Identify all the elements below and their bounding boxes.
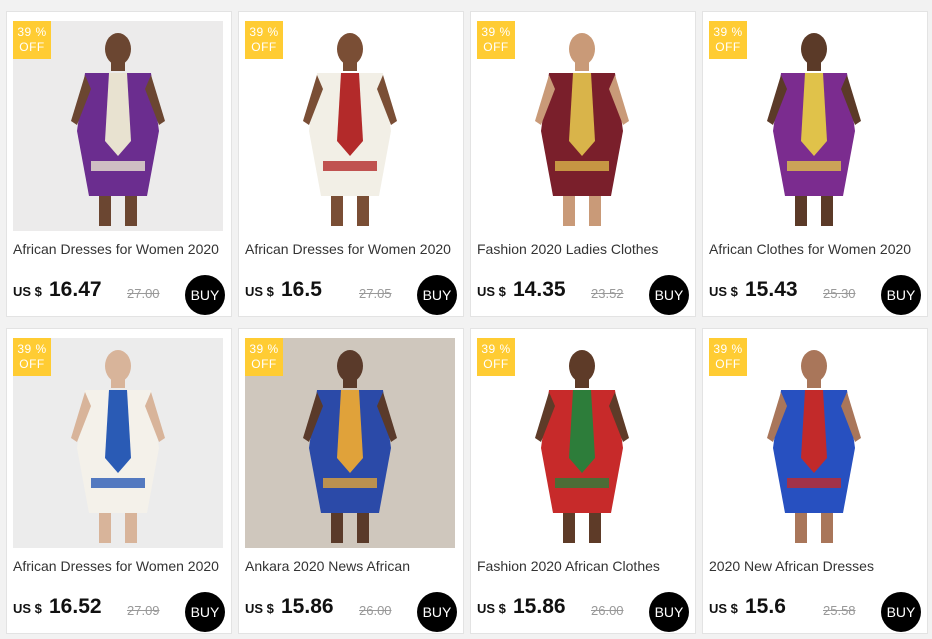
- discount-badge: 39 % OFF: [709, 338, 747, 376]
- price-row: US $ 15.6 25.58 BUY: [709, 592, 923, 632]
- product-title[interactable]: Ankara 2020 News African: [245, 558, 459, 574]
- buy-button[interactable]: BUY: [417, 275, 457, 315]
- price-row: US $ 16.5 27.05 BUY: [245, 275, 459, 315]
- product-title[interactable]: African Dresses for Women 2020: [245, 241, 459, 257]
- discount-percent: 39 %: [481, 25, 511, 39]
- product-image[interactable]: 39 % OFF: [13, 21, 223, 231]
- discount-off-label: OFF: [715, 357, 741, 371]
- price-row: US $ 14.35 23.52 BUY: [477, 275, 691, 315]
- buy-button[interactable]: BUY: [881, 275, 921, 315]
- product-card[interactable]: 39 % OFF African Dresses for Women 2020 …: [6, 11, 232, 317]
- product-title[interactable]: African Dresses for Women 2020: [13, 241, 227, 257]
- discount-badge: 39 % OFF: [245, 21, 283, 59]
- product-title[interactable]: 2020 New African Dresses: [709, 558, 923, 574]
- discount-percent: 39 %: [481, 342, 511, 356]
- currency-label: US $: [477, 601, 506, 616]
- discount-percent: 39 %: [713, 25, 743, 39]
- sale-price: 16.5: [281, 278, 322, 301]
- sale-price: 14.35: [513, 278, 566, 301]
- currency-label: US $: [245, 601, 274, 616]
- price-row: US $ 16.47 27.00 BUY: [13, 275, 227, 315]
- product-image[interactable]: 39 % OFF: [709, 21, 919, 231]
- sale-price: 16.52: [49, 595, 102, 618]
- product-title[interactable]: African Clothes for Women 2020: [709, 241, 923, 257]
- original-price: 27.05: [359, 286, 392, 301]
- original-price: 25.58: [823, 603, 856, 618]
- discount-percent: 39 %: [17, 342, 47, 356]
- discount-badge: 39 % OFF: [709, 21, 747, 59]
- discount-percent: 39 %: [713, 342, 743, 356]
- discount-percent: 39 %: [17, 25, 47, 39]
- price-row: US $ 15.86 26.00 BUY: [245, 592, 459, 632]
- original-price: 26.00: [591, 603, 624, 618]
- product-card[interactable]: 39 % OFF Fashion 2020 African Clothes US…: [470, 328, 696, 634]
- product-card[interactable]: 39 % OFF African Dresses for Women 2020 …: [238, 11, 464, 317]
- product-card[interactable]: 39 % OFF Ankara 2020 News African US $ 1…: [238, 328, 464, 634]
- product-title[interactable]: Fashion 2020 Ladies Clothes: [477, 241, 691, 257]
- original-price: 27.00: [127, 286, 160, 301]
- product-image[interactable]: 39 % OFF: [245, 21, 455, 231]
- product-card[interactable]: 39 % OFF 2020 New African Dresses US $ 1…: [702, 328, 928, 634]
- product-card[interactable]: 39 % OFF African Dresses for Women 2020 …: [6, 328, 232, 634]
- discount-off-label: OFF: [483, 40, 509, 54]
- currency-label: US $: [245, 284, 274, 299]
- currency-label: US $: [709, 601, 738, 616]
- currency-label: US $: [477, 284, 506, 299]
- product-image[interactable]: 39 % OFF: [477, 338, 687, 548]
- original-price: 26.00: [359, 603, 392, 618]
- buy-button[interactable]: BUY: [417, 592, 457, 632]
- buy-button[interactable]: BUY: [881, 592, 921, 632]
- product-image[interactable]: 39 % OFF: [477, 21, 687, 231]
- discount-off-label: OFF: [483, 357, 509, 371]
- discount-badge: 39 % OFF: [477, 21, 515, 59]
- discount-badge: 39 % OFF: [13, 21, 51, 59]
- price-row: US $ 15.86 26.00 BUY: [477, 592, 691, 632]
- product-grid: 39 % OFF African Dresses for Women 2020 …: [0, 0, 932, 639]
- product-title[interactable]: African Dresses for Women 2020: [13, 558, 227, 574]
- sale-price: 16.47: [49, 278, 102, 301]
- currency-label: US $: [13, 601, 42, 616]
- product-image[interactable]: 39 % OFF: [245, 338, 455, 548]
- price-row: US $ 16.52 27.09 BUY: [13, 592, 227, 632]
- buy-button[interactable]: BUY: [649, 275, 689, 315]
- discount-off-label: OFF: [19, 40, 45, 54]
- discount-badge: 39 % OFF: [477, 338, 515, 376]
- discount-off-label: OFF: [19, 357, 45, 371]
- product-image[interactable]: 39 % OFF: [13, 338, 223, 548]
- original-price: 27.09: [127, 603, 160, 618]
- product-image[interactable]: 39 % OFF: [709, 338, 919, 548]
- original-price: 23.52: [591, 286, 624, 301]
- buy-button[interactable]: BUY: [649, 592, 689, 632]
- buy-button[interactable]: BUY: [185, 275, 225, 315]
- sale-price: 15.6: [745, 595, 786, 618]
- currency-label: US $: [709, 284, 738, 299]
- price-row: US $ 15.43 25.30 BUY: [709, 275, 923, 315]
- product-card[interactable]: 39 % OFF Fashion 2020 Ladies Clothes US …: [470, 11, 696, 317]
- discount-badge: 39 % OFF: [245, 338, 283, 376]
- currency-label: US $: [13, 284, 42, 299]
- sale-price: 15.43: [745, 278, 798, 301]
- sale-price: 15.86: [513, 595, 566, 618]
- product-card[interactable]: 39 % OFF African Clothes for Women 2020 …: [702, 11, 928, 317]
- product-title[interactable]: Fashion 2020 African Clothes: [477, 558, 691, 574]
- discount-off-label: OFF: [251, 40, 277, 54]
- buy-button[interactable]: BUY: [185, 592, 225, 632]
- sale-price: 15.86: [281, 595, 334, 618]
- discount-off-label: OFF: [715, 40, 741, 54]
- original-price: 25.30: [823, 286, 856, 301]
- discount-off-label: OFF: [251, 357, 277, 371]
- discount-badge: 39 % OFF: [13, 338, 51, 376]
- discount-percent: 39 %: [249, 342, 279, 356]
- discount-percent: 39 %: [249, 25, 279, 39]
